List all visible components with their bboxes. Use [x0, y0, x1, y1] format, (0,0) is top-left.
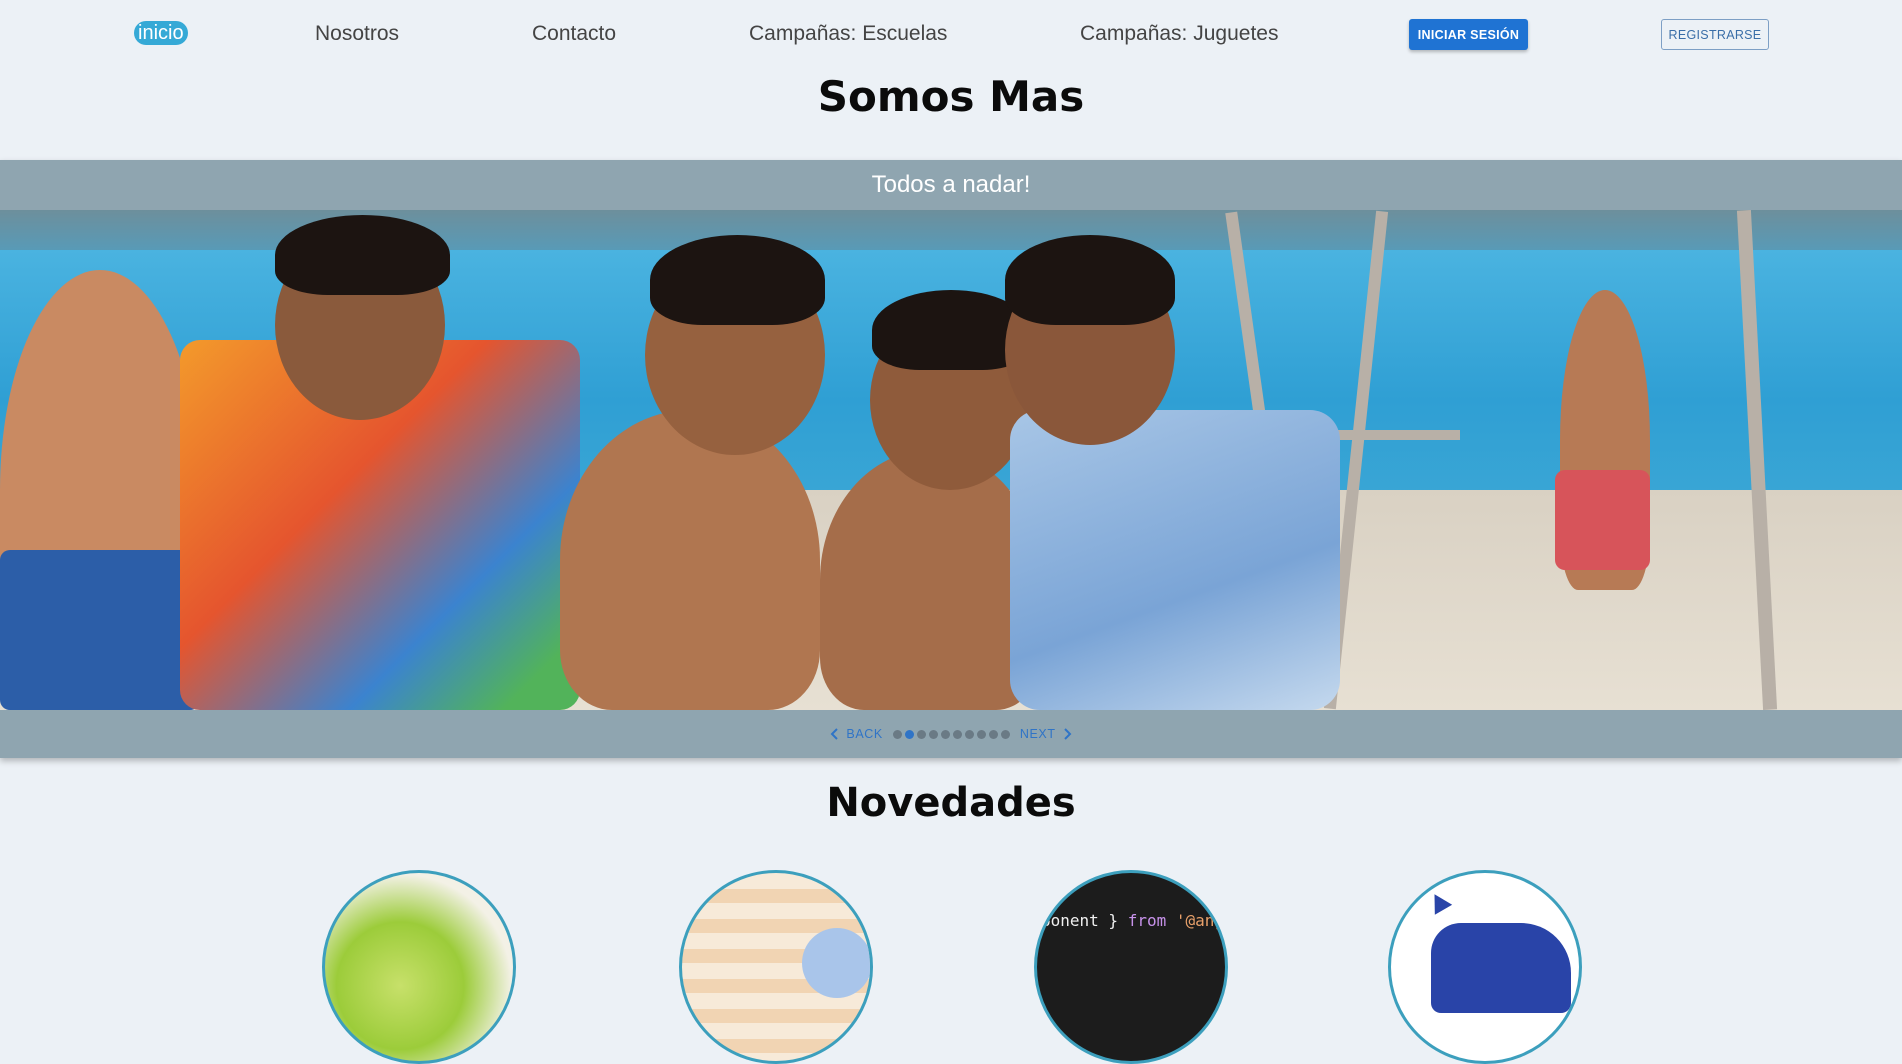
- carousel-next-button[interactable]: NEXT: [1016, 727, 1076, 741]
- carousel-dots: [892, 729, 1010, 739]
- login-button[interactable]: INICIAR SESIÓN: [1409, 19, 1528, 50]
- nav-link-inicio[interactable]: inicio: [134, 21, 188, 45]
- child-figure: [560, 410, 820, 710]
- carousel-dot[interactable]: [928, 729, 938, 739]
- logo-shape: [1431, 923, 1571, 1013]
- carousel-dot[interactable]: [1000, 729, 1010, 739]
- slide-image: [0, 210, 1902, 710]
- image-carousel: Todos a nadar! BACK NEXT: [0, 160, 1902, 758]
- child-swimsuit: [0, 550, 200, 710]
- news-section-title: Novedades: [826, 780, 1076, 826]
- child-hair: [275, 215, 450, 295]
- nav-link-nosotros[interactable]: Nosotros: [315, 20, 399, 48]
- thumbnail-shape: [802, 928, 870, 998]
- child-towel: [1010, 410, 1340, 710]
- carousel-dot[interactable]: [904, 729, 914, 739]
- carousel-dot[interactable]: [988, 729, 998, 739]
- nav-link-contacto[interactable]: Contacto: [532, 20, 616, 48]
- code-text: ponent }: [1041, 911, 1128, 930]
- logo-shape: [1425, 889, 1453, 915]
- carousel-dot[interactable]: [964, 729, 974, 739]
- top-navigation: inicio Nosotros Contacto Campañas: Escue…: [0, 0, 1902, 68]
- carousel-dot[interactable]: [976, 729, 986, 739]
- news-item-thumbnail[interactable]: ponent } from '@ang: [1034, 870, 1228, 1064]
- news-item-thumbnail[interactable]: [322, 870, 516, 1064]
- code-keyword: from: [1127, 911, 1167, 930]
- carousel-dot[interactable]: [952, 729, 962, 739]
- chevron-right-icon: [1063, 728, 1072, 740]
- news-item-thumbnail[interactable]: [679, 870, 873, 1064]
- child-figure: [820, 450, 1040, 710]
- carousel-dot[interactable]: [940, 729, 950, 739]
- child-hair: [1005, 235, 1175, 325]
- nav-link-campanas-juguetes[interactable]: Campañas: Juguetes: [1080, 20, 1278, 48]
- back-label: BACK: [846, 727, 883, 741]
- child-hair: [650, 235, 825, 325]
- carousel-dot[interactable]: [892, 729, 902, 739]
- register-button[interactable]: REGISTRARSE: [1661, 19, 1769, 50]
- nav-link-campanas-escuelas[interactable]: Campañas: Escuelas: [749, 20, 947, 48]
- slide-title: Todos a nadar!: [0, 160, 1902, 210]
- code-snippet: ponent } from '@ang: [1041, 911, 1224, 930]
- page-title: Somos Mas: [817, 72, 1085, 121]
- carousel-back-button[interactable]: BACK: [826, 727, 886, 741]
- next-label: NEXT: [1019, 727, 1056, 741]
- news-item-thumbnail[interactable]: [1388, 870, 1582, 1064]
- child-swimsuit: [1555, 470, 1650, 570]
- carousel-dot[interactable]: [916, 729, 926, 739]
- code-string: '@ang: [1166, 911, 1225, 930]
- carousel-controls: BACK NEXT: [0, 710, 1902, 758]
- chevron-left-icon: [830, 728, 839, 740]
